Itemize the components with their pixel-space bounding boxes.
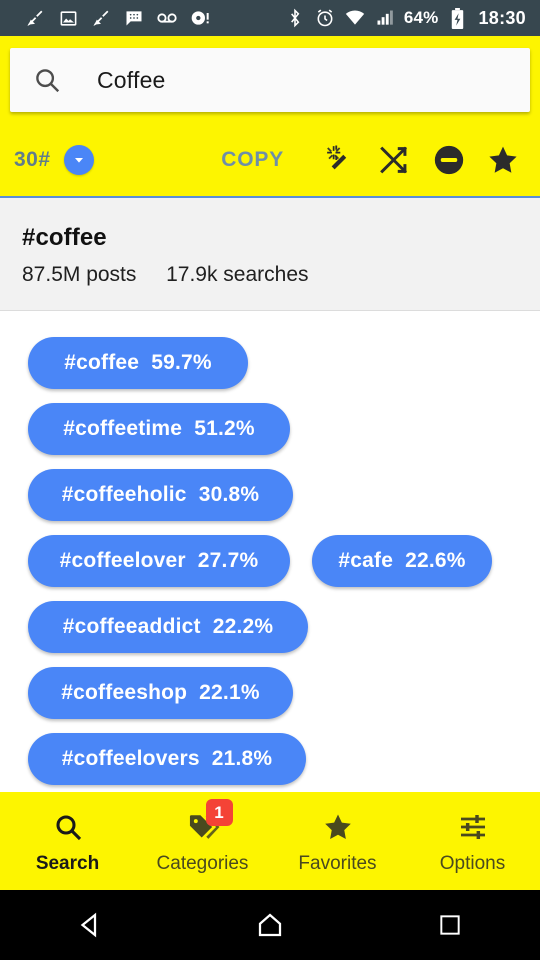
hashtag-results-list[interactable]: #coffee 59.7% #coffeetime 51.2% #coffeeholic… xyxy=(0,312,540,807)
hashtag-pill-label: #coffeeshop xyxy=(61,681,188,704)
battery-percent-label: 64% xyxy=(403,8,439,27)
chevron-down-icon[interactable] xyxy=(63,145,94,175)
hashtag-pill-label: #coffeelovers xyxy=(61,747,200,770)
hashtag-pill-percent: 21.8% xyxy=(211,747,273,770)
hashtag-pill-label: #coffeelover xyxy=(59,549,186,572)
shuffle-icon[interactable] xyxy=(372,137,418,183)
search-bar[interactable]: Coffee xyxy=(10,48,530,112)
search-input[interactable]: Coffee xyxy=(97,67,166,94)
recents-square-icon[interactable] xyxy=(405,890,495,960)
battery-charging-icon xyxy=(446,7,468,29)
hashtag-pill-label: #coffeeaddict xyxy=(62,615,201,638)
nav-label-favorites: Favorites xyxy=(298,853,377,874)
hashtag-row: #coffeelovers 21.8% xyxy=(0,726,540,792)
hashtag-pill[interactable]: #cafe 22.6% xyxy=(312,535,492,587)
hashtag-pill-percent: 22.6% xyxy=(405,549,466,572)
hashtag-stats: 87.5M posts 17.9k searches xyxy=(22,263,518,287)
tags-icon: 1 xyxy=(186,799,233,847)
status-bar-system: 64% 18:30 xyxy=(284,7,526,29)
hashtag-pill-percent: 22.1% xyxy=(199,681,260,704)
hashtag-row: #coffeelover 27.7% #cafe 22.6% xyxy=(0,528,540,594)
image-icon xyxy=(57,7,79,29)
app-header: Coffee 30# COPY xyxy=(0,36,540,199)
hashtag-pill[interactable]: #coffeeaddict 22.2% xyxy=(28,601,308,653)
star-icon[interactable] xyxy=(480,137,526,183)
broom-cleaner-icon xyxy=(24,7,46,29)
hashtag-pill[interactable]: #coffeeshop 22.1% xyxy=(28,667,293,719)
hashtag-row: #coffeetime 51.2% xyxy=(0,396,540,462)
app-root: 64% 18:30 Coffee 30# COPY #coffee 87.5M … xyxy=(0,0,540,960)
home-icon[interactable] xyxy=(225,890,315,960)
status-bar: 64% 18:30 xyxy=(0,0,540,36)
hashtag-pill[interactable]: #coffeelovers 21.8% xyxy=(28,733,306,785)
android-system-nav xyxy=(0,890,540,960)
posts-count: 87.5M posts xyxy=(22,263,137,286)
nav-item-favorites[interactable]: Favorites xyxy=(270,792,405,890)
alarm-clock-icon xyxy=(314,7,336,29)
hashtag-pill[interactable]: #coffeeholic 30.8% xyxy=(28,469,293,521)
signal-bars-icon xyxy=(374,7,396,29)
searches-count: 17.9k searches xyxy=(166,263,309,286)
nav-item-categories[interactable]: 1 Categories xyxy=(135,792,270,890)
hashtag-pill-label: #coffeetime xyxy=(63,417,183,440)
nav-label-categories: Categories xyxy=(156,853,249,874)
nav-badge-categories: 1 xyxy=(205,799,233,826)
search-icon xyxy=(32,65,62,95)
minus-circle-icon[interactable] xyxy=(426,137,472,183)
wifi-icon xyxy=(344,7,366,29)
chat-bubble-icon xyxy=(123,7,145,29)
hashtag-row: #coffeeshop 22.1% xyxy=(0,660,540,726)
star-icon xyxy=(321,807,355,847)
hashtag-row: #coffeeaddict 22.2% xyxy=(0,594,540,660)
back-triangle-icon[interactable] xyxy=(45,890,135,960)
hashtag-pill-percent: 27.7% xyxy=(197,549,259,572)
hashtag-count-label: 30# xyxy=(14,148,51,171)
bluetooth-icon xyxy=(284,7,306,29)
hashtag-pill-label: #coffeeholic xyxy=(61,483,187,506)
hashtag-pill[interactable]: #coffeetime 51.2% xyxy=(28,403,290,455)
hashtag-pill-percent: 22.2% xyxy=(212,615,274,638)
nav-label-search: Search xyxy=(35,853,100,874)
nav-item-options[interactable]: Options xyxy=(405,792,540,890)
hashtag-pill-percent: 51.2% xyxy=(194,417,255,440)
hashtag-row: #coffeeholic 30.8% xyxy=(0,462,540,528)
hashtag-pill-percent: 59.7% xyxy=(151,351,212,374)
hashtag-pill[interactable]: #coffee 59.7% xyxy=(28,337,248,389)
action-toolbar: 30# COPY xyxy=(0,124,540,196)
page-title: #coffee xyxy=(22,224,107,251)
hashtag-info-panel: #coffee 87.5M posts 17.9k searches xyxy=(0,198,540,311)
disc-alert-icon xyxy=(189,7,211,29)
copy-button[interactable]: COPY xyxy=(221,148,284,172)
voicemail-icon xyxy=(156,7,178,29)
bottom-navigation: Search 1 Categories Favorites Options xyxy=(0,792,540,890)
toolbar-actions: COPY xyxy=(221,137,526,183)
hashtag-pill-percent: 30.8% xyxy=(198,483,260,506)
nav-label-options: Options xyxy=(439,853,506,874)
hashtag-pill-label: #cafe xyxy=(338,549,394,572)
clock-label: 18:30 xyxy=(478,7,526,28)
hashtag-pill-label: #coffee xyxy=(64,351,140,374)
hashtag-row: #coffee 59.7% xyxy=(0,330,540,396)
magic-wand-icon[interactable] xyxy=(318,137,364,183)
search-icon xyxy=(52,807,84,847)
broom-cleaner-icon xyxy=(90,7,112,29)
sliders-icon xyxy=(457,807,489,847)
hashtag-pill[interactable]: #coffeelover 27.7% xyxy=(28,535,290,587)
nav-item-search[interactable]: Search xyxy=(0,792,135,890)
status-bar-notifications xyxy=(24,7,211,29)
